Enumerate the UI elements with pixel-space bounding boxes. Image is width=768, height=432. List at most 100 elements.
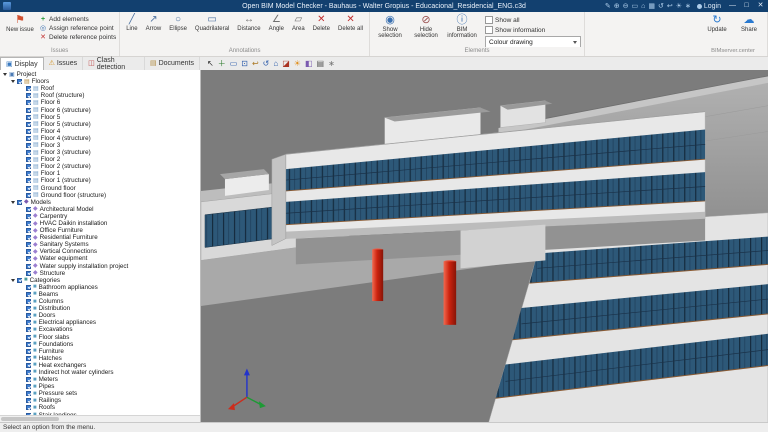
tree-item-meters[interactable]: ■ Meters xyxy=(2,376,200,383)
tree-item-floor-5-structure[interactable]: ▤ Floor 5 (structure) xyxy=(2,121,200,128)
previous-view-icon[interactable]: ↩ xyxy=(667,3,673,10)
visibility-checkbox[interactable] xyxy=(26,171,31,177)
tab-clash-detection[interactable]: ◫ Clash detection xyxy=(83,57,145,71)
visibility-checkbox[interactable] xyxy=(26,221,31,227)
previous-view-icon[interactable]: ↩ xyxy=(252,59,259,68)
expander-icon[interactable] xyxy=(11,80,15,84)
expander-icon[interactable] xyxy=(11,200,15,204)
sun-icon[interactable]: ☀ xyxy=(294,59,301,68)
tree-section-models[interactable]: ◆ Models xyxy=(2,199,200,206)
tree-item-water-supply-installation-project[interactable]: ◆ Water supply installation project xyxy=(2,263,200,270)
tree-item-office-furniture[interactable]: ◆ Office Furniture xyxy=(2,227,200,234)
tree-item-electrical-appliances[interactable]: ■ Electrical appliances xyxy=(2,319,200,326)
area-button[interactable]: ▱ Area xyxy=(289,13,308,33)
zoom-extents-icon[interactable]: ⊡ xyxy=(241,59,248,68)
tree-item-carpentry[interactable]: ◆ Carpentry xyxy=(2,213,200,220)
visibility-checkbox[interactable] xyxy=(26,384,31,390)
distance-button[interactable]: ↔ Distance xyxy=(234,13,263,33)
tree-item-roofs[interactable]: ■ Roofs xyxy=(2,404,200,411)
visibility-checkbox[interactable] xyxy=(26,206,31,212)
tree-section-categories[interactable]: ■ Categories xyxy=(2,277,200,284)
show-information-toggle[interactable]: Show information xyxy=(485,26,581,34)
angle-button[interactable]: ∠ Angle xyxy=(266,13,287,33)
tab-documents[interactable]: ▤ Documents xyxy=(145,57,200,70)
colour-drawing-select[interactable]: Colour drawing xyxy=(485,36,582,47)
visibility-checkbox[interactable] xyxy=(26,150,31,156)
section-icon[interactable]: ◪ xyxy=(282,59,290,68)
ellipse-button[interactable]: ○ Ellipse xyxy=(166,13,190,33)
add-elements-button[interactable]: + Add elements xyxy=(39,16,116,23)
visibility-checkbox[interactable] xyxy=(26,142,31,148)
visibility-checkbox[interactable] xyxy=(26,185,31,191)
tree-item-heat-exchangers[interactable]: ■ Heat exchangers xyxy=(2,362,200,369)
tree-item-sanitary-systems[interactable]: ◆ Sanitary Systems xyxy=(2,241,200,248)
hide-selection-button[interactable]: ⊘ Hide selection xyxy=(409,13,443,40)
minimize-button[interactable]: — xyxy=(727,0,738,12)
tree-item-floor-3-structure[interactable]: ▤ Floor 3 (structure) xyxy=(2,149,200,156)
tree-item-ground-floor[interactable]: ▤ Ground floor xyxy=(2,185,200,192)
visibility-checkbox[interactable] xyxy=(26,135,31,141)
pencil-icon[interactable]: ✎ xyxy=(605,3,611,10)
visibility-checkbox[interactable] xyxy=(26,306,31,312)
visibility-checkbox[interactable] xyxy=(26,157,31,163)
visibility-checkbox[interactable] xyxy=(26,348,31,354)
sun-icon[interactable]: ☀ xyxy=(676,3,682,10)
visibility-checkbox[interactable] xyxy=(26,313,31,319)
tree-item-excavations[interactable]: ■ Excavations xyxy=(2,326,200,333)
visibility-checkbox[interactable] xyxy=(26,256,31,262)
bim-information-button[interactable]: ⓘ BIM information xyxy=(445,13,479,40)
tree-item-columns[interactable]: ■ Columns xyxy=(2,298,200,305)
tree-item-floor-2[interactable]: ▤ Floor 2 xyxy=(2,156,200,163)
tree-item-furniture[interactable]: ■ Furniture xyxy=(2,348,200,355)
visibility-checkbox[interactable] xyxy=(26,93,31,99)
visibility-checkbox[interactable] xyxy=(26,284,31,290)
tree-item-floor-2-structure[interactable]: ▤ Floor 2 (structure) xyxy=(2,163,200,170)
orbit-icon[interactable]: ↺ xyxy=(263,59,270,68)
tree-item-ground-floor-structure[interactable]: ▤ Ground floor (structure) xyxy=(2,192,200,199)
zoom-window-icon[interactable]: ▭ xyxy=(631,3,638,10)
visibility-checkbox[interactable] xyxy=(26,291,31,297)
visibility-checkbox[interactable] xyxy=(26,341,31,347)
settings-icon[interactable]: ∗ xyxy=(685,3,691,10)
tree-item-roof[interactable]: ▤ Roof xyxy=(2,85,200,92)
visibility-checkbox[interactable] xyxy=(26,398,31,404)
visibility-checkbox[interactable] xyxy=(26,377,31,383)
tree-item-doors[interactable]: ■ Doors xyxy=(2,312,200,319)
visibility-checkbox[interactable] xyxy=(26,270,31,276)
tab-issues[interactable]: ⚠ Issues xyxy=(44,57,84,70)
visibility-checkbox[interactable] xyxy=(26,320,31,326)
visibility-checkbox[interactable] xyxy=(26,114,31,120)
share-button[interactable]: ☁ Share xyxy=(734,13,764,34)
visibility-checkbox[interactable] xyxy=(26,327,31,333)
tree-item-floor-1[interactable]: ▤ Floor 1 xyxy=(2,170,200,177)
tree-item-structure[interactable]: ◆ Structure xyxy=(2,270,200,277)
zoom-out-icon[interactable]: ⊖ xyxy=(623,3,629,10)
tree-item-residential-furniture[interactable]: ◆ Residential Furniture xyxy=(2,234,200,241)
visibility-checkbox[interactable] xyxy=(26,242,31,248)
show-all-toggle[interactable]: Show all xyxy=(485,16,581,24)
login-button[interactable]: Login xyxy=(694,3,724,10)
maximize-button[interactable]: □ xyxy=(741,0,752,12)
delete-reference-points-button[interactable]: ✕ Delete reference points xyxy=(39,34,116,41)
scrollbar-thumb[interactable] xyxy=(1,417,59,421)
tree-item-floor-4-structure[interactable]: ▤ Floor 4 (structure) xyxy=(2,135,200,142)
arrow-button[interactable]: ↗ Arrow xyxy=(143,13,165,33)
visibility-checkbox[interactable] xyxy=(26,228,31,234)
close-button[interactable]: ✕ xyxy=(755,0,766,12)
tree-item-pressure-sets[interactable]: ■ Pressure sets xyxy=(2,390,200,397)
visibility-checkbox[interactable] xyxy=(26,107,31,113)
visibility-checkbox[interactable] xyxy=(26,405,31,411)
tree-section-floors[interactable]: ▤ Floors xyxy=(2,78,200,85)
tree-item-floor-5[interactable]: ▤ Floor 5 xyxy=(2,114,200,121)
tree-item-bathroom-appliances[interactable]: ■ Bathroom appliances xyxy=(2,284,200,291)
tree-item-floor-6[interactable]: ▤ Floor 6 xyxy=(2,99,200,106)
render-mode-icon[interactable]: ◧ xyxy=(305,59,313,68)
zoom-in-icon[interactable]: ⊕ xyxy=(614,3,620,10)
zoom-window-icon[interactable]: ▭ xyxy=(230,59,238,68)
tab-display[interactable]: ▣ Display xyxy=(0,57,44,70)
visibility-checkbox[interactable] xyxy=(26,299,31,305)
visibility-checkbox[interactable] xyxy=(26,178,31,184)
update-button[interactable]: ↻ Update xyxy=(702,13,732,34)
home-view-icon[interactable]: ⌂ xyxy=(641,3,645,10)
delete-all-button[interactable]: ✕ Delete all xyxy=(335,13,366,33)
